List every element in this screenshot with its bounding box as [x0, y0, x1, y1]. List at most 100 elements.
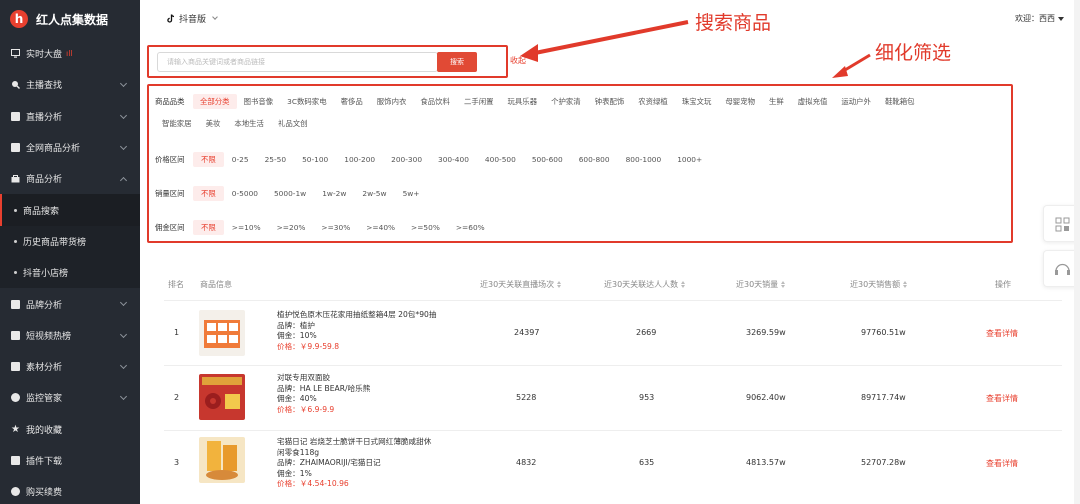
search-button[interactable]: 搜索	[437, 52, 477, 72]
sidebar-item-live-analysis[interactable]: 直播分析	[0, 101, 140, 132]
price-option[interactable]: 0-25	[224, 152, 257, 167]
commission-option[interactable]: >=10%	[224, 220, 269, 235]
category-option[interactable]: 生鲜	[762, 94, 791, 109]
price-option[interactable]: 25-50	[257, 152, 294, 167]
dot-icon	[14, 239, 17, 243]
sidebar-item-label: 全网商品分析	[26, 144, 81, 155]
sidebar-item-label: 直播分析	[26, 112, 63, 123]
category-option[interactable]: 玩具乐器	[501, 94, 545, 109]
star-icon: ★	[11, 423, 20, 435]
category-option[interactable]: 奢侈品	[334, 94, 370, 109]
category-option[interactable]: 珠宝文玩	[675, 94, 719, 109]
product-thumbnail[interactable]	[199, 310, 245, 356]
sidebar-item-purchase[interactable]: 购买续费	[0, 476, 140, 504]
sidebar-item-label: 实时大盘	[26, 50, 63, 61]
snack-image	[206, 441, 238, 480]
live-badge: ıll	[66, 49, 73, 59]
commission-option[interactable]: >=20%	[269, 220, 314, 235]
price-option[interactable]: 100-200	[336, 152, 383, 167]
product-thumbnail[interactable]	[199, 437, 245, 483]
category-option[interactable]: 智能家居	[155, 116, 199, 131]
sidebar-item-label: 历史商品带货榜	[23, 237, 87, 248]
product-brand: 品牌：植护	[277, 320, 315, 330]
caret-down-icon	[1058, 16, 1064, 21]
category-option[interactable]: 个护家清	[544, 94, 588, 109]
row-live: 5228	[516, 393, 537, 402]
category-option[interactable]: 鞋靴箱包	[878, 94, 922, 109]
price-option[interactable]: 800-1000	[618, 152, 670, 167]
sidebar-item-realtime[interactable]: 实时大盘 ıll	[0, 38, 140, 69]
category-option[interactable]: 3C数码家电	[280, 94, 333, 109]
sidebar-item-all-goods[interactable]: 全网商品分析	[0, 132, 140, 163]
sidebar-item-label: 商品分析	[26, 175, 63, 186]
view-details-link[interactable]: 查看详情	[986, 393, 1018, 404]
row-revenue: 52707.28w	[861, 458, 906, 467]
commission-option[interactable]: 不限	[193, 220, 224, 235]
price-option[interactable]: 400-500	[477, 152, 524, 167]
category-option[interactable]: 服饰内衣	[370, 94, 414, 109]
cart-icon	[11, 487, 20, 497]
sidebar-item-goods-search[interactable]: 商品搜索	[0, 194, 140, 226]
header-talent[interactable]: 近30天关联达人人数	[604, 279, 686, 290]
sidebar-item-label: 素材分析	[26, 363, 63, 374]
sales-option[interactable]: 1w-2w	[314, 186, 354, 201]
row-revenue: 97760.51w	[861, 328, 906, 337]
sales-option[interactable]: 不限	[193, 186, 224, 201]
commission-option[interactable]: >=50%	[403, 220, 448, 235]
header-revenue[interactable]: 近30天销售额	[850, 279, 908, 290]
user-menu[interactable]: 欢迎：西西	[1015, 13, 1064, 24]
header-live[interactable]: 近30天关联直播场次	[480, 279, 562, 290]
sidebar-item-goods-analysis[interactable]: 商品分析	[0, 163, 140, 194]
category-option[interactable]: 运动户外	[834, 94, 878, 109]
header-sales[interactable]: 近30天销量	[736, 279, 786, 290]
sidebar-item-anchor-search[interactable]: 主播查找	[0, 69, 140, 100]
sidebar-item-material[interactable]: 素材分析	[0, 351, 140, 382]
sales-option[interactable]: 0-5000	[224, 186, 266, 201]
price-option[interactable]: 不限	[193, 152, 224, 167]
product-title[interactable]: 宅猫日记 岩烧芝士脆饼干日式网红薄脆咸甜休	[277, 437, 431, 448]
sidebar-item-favorites[interactable]: ★ 我的收藏	[0, 414, 140, 445]
sales-option[interactable]: 2w-5w	[354, 186, 394, 201]
category-option[interactable]: 母婴宠物	[718, 94, 762, 109]
product-thumbnail[interactable]	[199, 374, 245, 420]
product-title[interactable]: 对联专用双面胶	[277, 373, 370, 384]
sidebar-item-video-rank[interactable]: 短视频热榜	[0, 320, 140, 351]
price-option[interactable]: 200-300	[383, 152, 430, 167]
commission-option[interactable]: >=40%	[358, 220, 403, 235]
price-option[interactable]: 500-600	[524, 152, 571, 167]
sidebar-item-monitor[interactable]: 监控管家	[0, 382, 140, 413]
category-option[interactable]: 食品饮料	[413, 94, 457, 109]
price-option[interactable]: 50-100	[294, 152, 336, 167]
category-option[interactable]: 礼品文创	[271, 116, 315, 131]
price-option[interactable]: 1000+	[669, 152, 710, 167]
commission-option[interactable]: >=60%	[448, 220, 493, 235]
sales-option[interactable]: 5w+	[395, 186, 428, 201]
price-option[interactable]: 600-800	[571, 152, 618, 167]
price-option[interactable]: 300-400	[430, 152, 477, 167]
sidebar-item-plugin[interactable]: 插件下载	[0, 445, 140, 476]
category-option[interactable]: 农资绿植	[631, 94, 675, 109]
chevron-down-icon	[119, 80, 128, 88]
product-title[interactable]: 植护悦色原木压花家用抽纸整箱4层 20包*90抽	[277, 310, 436, 321]
sidebar-item-shop-rank[interactable]: 抖音小店榜	[0, 257, 140, 289]
category-option[interactable]: 钟表配饰	[588, 94, 632, 109]
category-option[interactable]: 虚拟充值	[791, 94, 835, 109]
sidebar-item-brand[interactable]: 品牌分析	[0, 288, 140, 319]
view-details-link[interactable]: 查看详情	[986, 458, 1018, 469]
category-option[interactable]: 全部分类	[193, 94, 237, 109]
category-option[interactable]: 美妆	[199, 116, 228, 131]
view-details-link[interactable]: 查看详情	[986, 328, 1018, 339]
commission-option[interactable]: >=30%	[313, 220, 358, 235]
sales-option[interactable]: 5000-1w	[266, 186, 314, 201]
platform-selector[interactable]: 抖音版	[167, 12, 218, 25]
logo[interactable]: h 红人点集数据	[0, 0, 140, 38]
bag-icon	[11, 174, 20, 183]
category-option[interactable]: 二手闲置	[457, 94, 501, 109]
sidebar-item-history-rank[interactable]: 历史商品带货榜	[0, 225, 140, 258]
category-option[interactable]: 本地生活	[227, 116, 271, 131]
category-option[interactable]: 图书音像	[237, 94, 281, 109]
product-info: 宅猫日记 岩烧芝士脆饼干日式网红薄脆咸甜休 闲零食118g 品牌：ZHAIMAO…	[277, 437, 431, 490]
scrollbar[interactable]	[1074, 0, 1080, 504]
search-input[interactable]: 请输入商品关键词或者商品链接	[157, 52, 438, 72]
collapse-toggle[interactable]: 收起 ⌃	[510, 55, 535, 66]
